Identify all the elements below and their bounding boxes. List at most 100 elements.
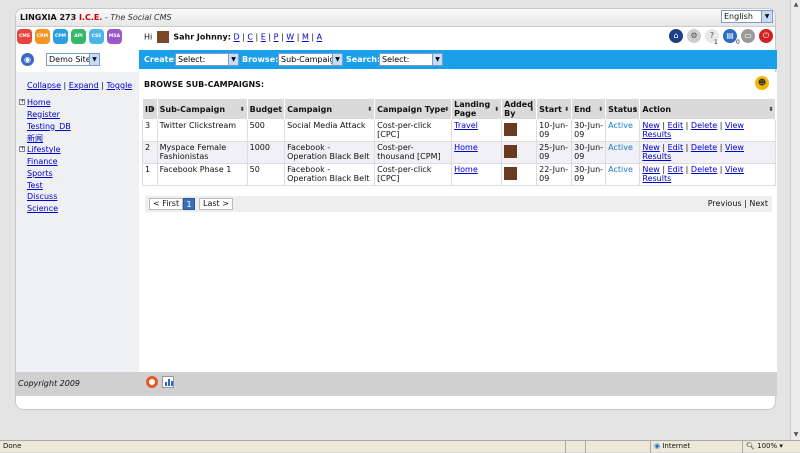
smiley-icon[interactable]: ☻ <box>755 76 769 90</box>
expand-node-icon[interactable]: + <box>19 146 25 153</box>
browse-select[interactable]: Sub-Campaign ▼ <box>278 53 343 66</box>
create-select[interactable]: Select: ▼ <box>175 53 239 66</box>
letter-link-m[interactable]: M <box>302 33 309 42</box>
brand-ice: I.C.E. <box>78 13 103 22</box>
sort-icon[interactable]: ⬍ <box>444 106 449 113</box>
previous-link[interactable]: Previous <box>708 199 742 208</box>
module-css-button[interactable]: CSS <box>89 29 104 44</box>
notes-icon[interactable]: ▤ <box>723 29 737 43</box>
last-page-button[interactable]: Last > <box>199 198 233 210</box>
sidebar-item-4[interactable]: Lifestyle <box>27 145 61 154</box>
collapse-link[interactable]: Collapse <box>27 81 61 90</box>
avatar[interactable] <box>504 167 518 180</box>
cell-id-text: 1 <box>145 165 151 174</box>
action-delete-link[interactable]: Delete <box>691 143 717 152</box>
action-delete-link[interactable]: Delete <box>691 165 717 174</box>
site-select-value: Demo Site <box>49 55 91 64</box>
letter-separator: | <box>253 32 261 42</box>
action-new-link[interactable]: New <box>642 121 659 130</box>
cell-campaign: Facebook - Operation Black Belt <box>284 163 376 186</box>
module-msa-button[interactable]: MSA <box>107 29 122 44</box>
first-page-button[interactable]: < First <box>149 198 184 210</box>
column-header[interactable]: Added By ⬍ <box>501 98 538 120</box>
lifebuoy-icon[interactable] <box>146 376 158 388</box>
zoom-control[interactable]: 🔍︎ 100% ▾ <box>742 441 800 453</box>
letter-link-a[interactable]: A <box>317 33 322 42</box>
sort-icon[interactable]: ⬍ <box>529 106 534 113</box>
module-cpm-button[interactable]: CPM <box>53 29 68 44</box>
sidebar-item-0[interactable]: Home <box>27 98 51 107</box>
sidebar-item-5[interactable]: Finance <box>27 157 58 166</box>
letter-link-w[interactable]: W <box>286 33 294 42</box>
action-new-link[interactable]: New <box>642 143 659 152</box>
column-header[interactable]: Status ⬍ <box>605 98 641 120</box>
sidebar-item-9[interactable]: Science <box>27 204 58 213</box>
cell-status-text[interactable]: Active <box>608 121 633 130</box>
cell-status-text[interactable]: Active <box>608 143 633 152</box>
sidebar-item-2[interactable]: Testing_DB <box>27 122 71 131</box>
column-header[interactable]: End ⬍ <box>571 98 607 120</box>
module-cms-button[interactable]: CMS <box>17 29 32 44</box>
power-icon[interactable]: ⏻ <box>759 29 773 43</box>
action-new-link[interactable]: New <box>642 165 659 174</box>
action-edit-link[interactable]: Edit <box>668 121 684 130</box>
toggle-link[interactable]: Toggle <box>106 81 132 90</box>
sort-icon[interactable]: ⬍ <box>564 106 569 113</box>
settings-icon[interactable]: ⚙ <box>687 29 701 43</box>
column-header[interactable]: Campaign Type ⬍ <box>374 98 453 120</box>
language-select[interactable]: English ▼ <box>721 10 773 23</box>
module-api-button[interactable]: API <box>71 29 86 44</box>
user-avatar[interactable] <box>156 31 169 43</box>
expand-link[interactable]: Expand <box>69 81 99 90</box>
column-header[interactable]: Campaign ⬍ <box>284 98 376 120</box>
search-select[interactable]: Select: ▼ <box>379 53 443 66</box>
sort-icon[interactable]: ⬍ <box>768 106 773 113</box>
site-select[interactable]: Demo Site ▼ <box>46 53 100 66</box>
sidebar-item-7[interactable]: Test <box>27 181 43 190</box>
browser-statusbar: Done ◉ Internet 🔍︎ 100% ▾ <box>0 440 800 453</box>
column-header-label: Campaign <box>287 104 333 114</box>
next-link[interactable]: Next <box>749 199 768 208</box>
print-icon[interactable]: ▭ <box>741 29 755 43</box>
cell-landing-page-text[interactable]: Travel <box>454 121 478 130</box>
module-crm-button[interactable]: CRM <box>35 29 50 44</box>
expand-node-icon[interactable]: + <box>19 99 25 105</box>
cell-sub-campaign-text: Facebook Phase 1 <box>159 165 232 174</box>
sidebar-item-8[interactable]: Discuss <box>27 192 57 201</box>
cell-landing-page: Home <box>451 141 503 164</box>
column-header[interactable]: Action ⬍ <box>639 98 777 120</box>
action-edit-link[interactable]: Edit <box>668 143 684 152</box>
scroll-down-icon[interactable]: ▼ <box>791 430 800 440</box>
globe-icon[interactable]: ◉ <box>21 53 34 66</box>
column-header[interactable]: Budget ⬍ <box>246 98 286 120</box>
bar-chart-icon[interactable] <box>162 376 174 388</box>
cell-landing-page-text[interactable]: Home <box>454 165 478 174</box>
cell-landing-page-text[interactable]: Home <box>454 143 478 152</box>
column-header[interactable]: ID ⬍ <box>142 98 158 120</box>
column-header-label: Start <box>539 104 562 114</box>
sidebar-item-6[interactable]: Sports <box>27 169 53 178</box>
column-header[interactable]: Start ⬍ <box>536 98 573 120</box>
action-edit-link[interactable]: Edit <box>668 165 684 174</box>
sort-icon[interactable]: ⬍ <box>240 106 245 113</box>
vertical-scrollbar[interactable]: ▲ ▼ <box>790 0 800 440</box>
avatar[interactable] <box>504 123 518 136</box>
scroll-up-icon[interactable]: ▲ <box>791 0 800 10</box>
sort-icon[interactable]: ⬍ <box>150 106 155 113</box>
home-icon[interactable]: ⌂ <box>669 29 683 43</box>
avatar[interactable] <box>504 145 518 158</box>
column-header[interactable]: Landing Page ⬍ <box>451 98 503 120</box>
sort-icon[interactable]: ⬍ <box>598 106 603 113</box>
sidebar-item-3[interactable]: 新闻 <box>27 133 43 144</box>
cell-campaign-type: Cost-per-click [CPC] <box>374 163 453 186</box>
sort-icon[interactable]: ⬍ <box>632 106 637 113</box>
table-body: 3 Twitter Clickstream 500 Social Media Atta… <box>142 119 777 186</box>
sidebar-item-1[interactable]: Register <box>27 110 60 119</box>
current-page[interactable]: 1 <box>183 198 195 210</box>
action-delete-link[interactable]: Delete <box>691 121 717 130</box>
column-header[interactable]: Sub-Campaign ⬍ <box>156 98 248 120</box>
cell-status-text[interactable]: Active <box>608 165 633 174</box>
sort-icon[interactable]: ⬍ <box>277 106 282 113</box>
sort-icon[interactable]: ⬍ <box>494 106 499 113</box>
sort-icon[interactable]: ⬍ <box>367 106 372 113</box>
